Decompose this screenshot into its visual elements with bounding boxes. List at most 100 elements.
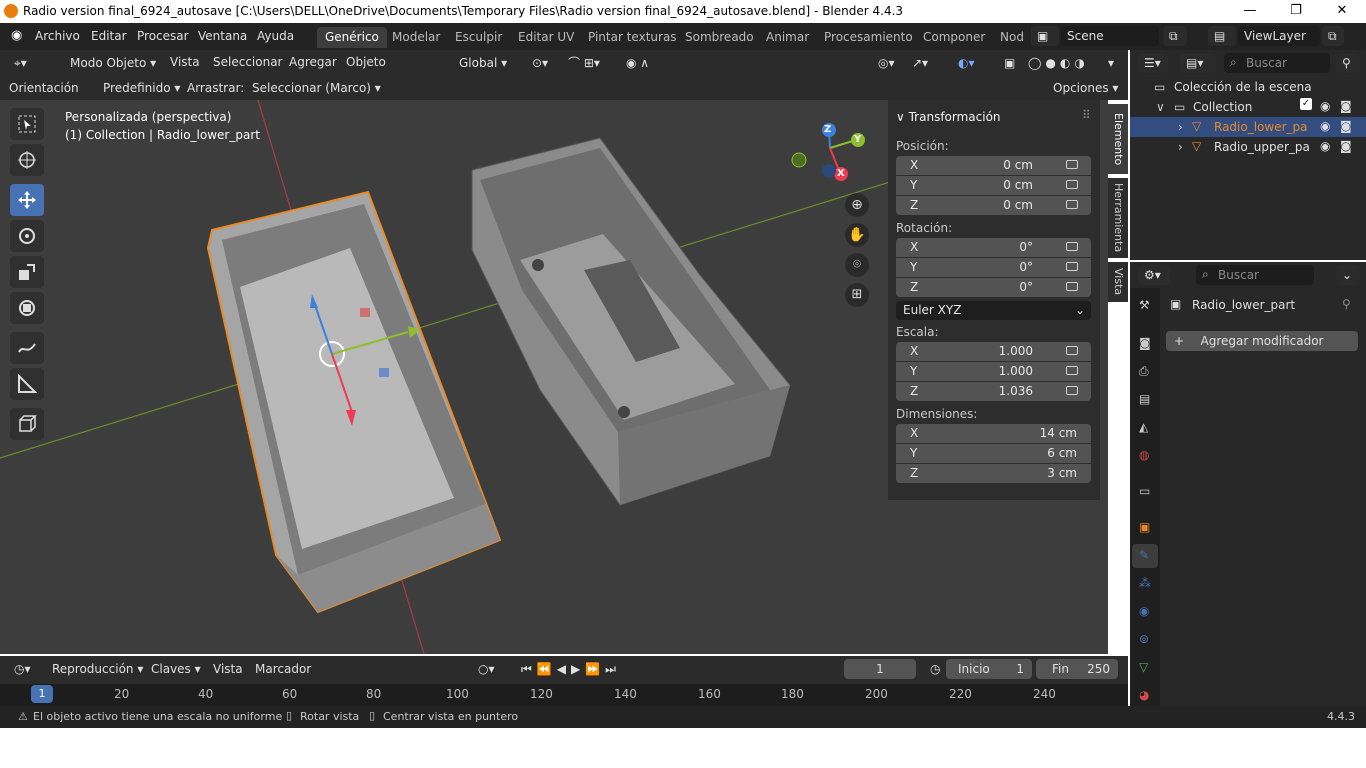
expand-collection-icon[interactable]: ∨ [1156,100,1165,114]
tab-nodos[interactable]: Nod [992,27,1032,48]
menu-seleccionar[interactable]: Seleccionar [213,55,282,69]
add-cube-tool[interactable] [10,408,44,440]
menu-ayuda[interactable]: Ayuda [257,29,294,43]
dimensions-y-field[interactable]: Y 6 cm [896,444,1091,463]
view-layer-tab-icon[interactable]: ▤ [1139,392,1153,406]
output-tab-icon[interactable]: ⎙ [1139,364,1153,378]
scene-field[interactable]: Scene [1061,26,1159,46]
object-label-radio-lower[interactable]: Radio_lower_pa [1214,120,1308,134]
mode-selector[interactable]: Modo Objeto ▾ [48,53,158,73]
transform-tool[interactable] [10,292,44,324]
lock-icon[interactable] [1066,180,1078,189]
menu-objeto[interactable]: Objeto [346,55,386,69]
tab-sombreado[interactable]: Sombreado [677,27,762,48]
tab-herramienta[interactable]: Herramienta [1108,178,1128,258]
collection-render-icon[interactable]: ◙ [1340,99,1352,113]
playhead[interactable]: 1 [31,685,53,703]
close-button[interactable]: ✕ [1319,0,1365,23]
visibility-icon[interactable]: ◉ [1320,139,1330,153]
properties-editor-type-icon[interactable]: ⚙▾ [1138,265,1170,285]
transform-orientation-selector[interactable]: Global ▾ [437,53,519,73]
tab-animar[interactable]: Animar [758,27,817,48]
pivot-point-icon[interactable]: ⊙▾ [526,53,558,73]
scale-tool[interactable] [10,256,44,288]
view-layer-selector-icon[interactable]: ▤ [1208,26,1236,46]
new-scene-icon[interactable]: ⧉ [1163,26,1187,46]
collection-checkbox[interactable]: ✓ [1300,98,1312,110]
lock-icon[interactable] [1066,160,1078,169]
menu-marcador[interactable]: Marcador [255,662,311,676]
drag-selector[interactable]: Seleccionar (Marco) ▾ [246,78,381,98]
tab-esculpir[interactable]: Esculpir [447,27,510,48]
new-view-layer-icon[interactable]: ⧉ [1322,26,1344,46]
pan-hand-icon[interactable]: ✋ [845,223,869,247]
select-box-tool[interactable] [10,108,44,140]
current-frame-field[interactable]: 1 [844,659,916,679]
object-label-radio-upper[interactable]: Radio_upper_pa [1214,140,1310,154]
position-z-field[interactable]: Z 0 cm [896,196,1091,215]
playback-controls[interactable]: ⏮⏪◀▶⏩⏭ [515,659,637,679]
snap-icon[interactable]: ⌒ ⊞▾ [562,53,612,73]
gizmo-y-label[interactable]: Y [854,134,861,145]
tab-generico[interactable]: Genérico [317,27,387,48]
gizmo-z-label[interactable]: Z [824,124,831,135]
tab-componer[interactable]: Componer [915,27,993,48]
view-layer-field[interactable]: ViewLayer [1238,26,1320,46]
pin-icon[interactable]: ⚲ [1342,297,1351,311]
editor-type-icon[interactable]: ⌖▾ [8,53,42,73]
particles-tab-icon[interactable]: ⁂ [1139,576,1153,590]
rotate-tool[interactable] [10,220,44,252]
gizmo-toggle-icon[interactable]: ↗▾ [906,53,946,73]
timeline-editor-type-icon[interactable]: ◷▾ [8,659,40,679]
menu-editar[interactable]: Editar [91,29,127,43]
rotation-mode-dropdown[interactable]: Euler XYZ ⌄ [896,301,1091,320]
xray-icon[interactable]: ▣ [998,53,1018,73]
render-icon[interactable]: ◙ [1340,139,1352,153]
minimize-button[interactable]: — [1227,0,1273,23]
properties-search-input[interactable]: Buscar [1196,265,1314,285]
filter-icon[interactable]: ⚲ [1336,53,1360,73]
visibility-icon[interactable]: ◉ [1320,119,1330,133]
position-y-field[interactable]: Y 0 cm [896,176,1091,195]
lock-icon[interactable] [1066,200,1078,209]
material-tab-icon[interactable]: ◕ [1139,688,1153,702]
scale-x-field[interactable]: X 1.000 [896,342,1091,361]
collection-tab-icon[interactable]: ▭ [1139,484,1153,498]
cursor-tool[interactable] [10,144,44,176]
timeline-menu-vista[interactable]: Vista [213,662,243,676]
lock-icon[interactable] [1066,282,1078,291]
drag-handle-icon[interactable]: ⠿ [1082,108,1091,122]
tab-pintar-texturas[interactable]: Pintar texturas [580,27,685,48]
shading-modes-icon[interactable]: ◯●◐◑ [1022,53,1100,73]
wrench-icon[interactable]: ✎ [1139,548,1153,562]
lock-icon[interactable] [1066,366,1078,375]
tool-tab-icon[interactable]: ⚒ [1139,298,1153,312]
scene-selector-icon[interactable]: ▣ [1031,26,1059,46]
overlays-icon[interactable]: ◐▾ [952,53,992,73]
transform-panel-header[interactable]: ∨ Transformación [896,110,1001,124]
add-modifier-button[interactable]: + Agregar modificador [1166,331,1358,351]
menu-ventana[interactable]: Ventana [198,29,247,43]
render-tab-icon[interactable]: ◙ [1139,336,1153,350]
menu-agregar[interactable]: Agregar [289,55,337,69]
scale-y-field[interactable]: Y 1.000 [896,362,1091,381]
dimensions-x-field[interactable]: X 14 cm [896,424,1091,443]
menu-reproduccion[interactable]: Reproducción ▾ [46,659,143,679]
scene-tab-icon[interactable]: ◭ [1139,420,1153,434]
menu-archivo[interactable]: Archivo [35,29,80,43]
visibility-icon[interactable]: ◎▾ [872,53,902,73]
maximize-button[interactable]: ❐ [1273,0,1319,23]
menu-claves[interactable]: Claves ▾ [145,659,203,679]
menu-procesar[interactable]: Procesar [137,29,189,43]
lock-icon[interactable] [1066,346,1078,355]
shading-options-icon[interactable]: ▾ [1102,53,1122,73]
display-mode-icon[interactable]: ▤▾ [1180,53,1216,73]
lock-icon[interactable] [1066,262,1078,271]
menu-vista[interactable]: Vista [170,55,200,69]
collection-label[interactable]: Collection [1193,100,1252,114]
dimensions-z-field[interactable]: Z 3 cm [896,464,1091,483]
tab-vista[interactable]: Vista [1108,262,1128,302]
render-icon[interactable]: ◙ [1340,119,1352,133]
ortho-grid-icon[interactable]: ⊞ [845,283,869,307]
physics-tab-icon[interactable]: ◉ [1139,604,1153,618]
